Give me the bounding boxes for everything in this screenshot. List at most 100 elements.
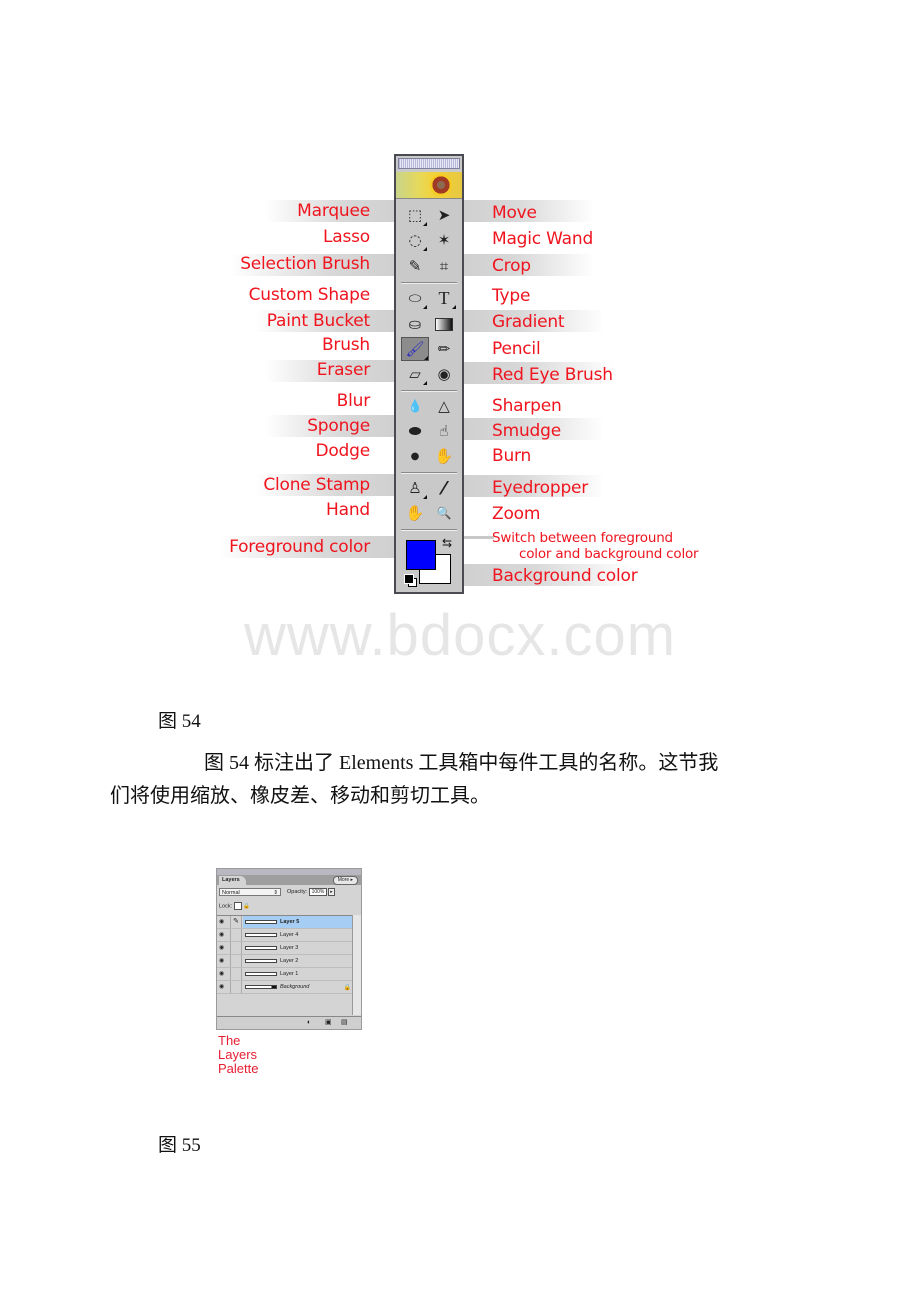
hand-tool-button[interactable]: ✋	[403, 502, 427, 524]
smudge-icon: ☝	[439, 422, 449, 440]
elements-logo	[396, 172, 462, 199]
lock-transparency-checkbox[interactable]	[233, 902, 242, 910]
magic-wand-tool-button[interactable]: ✶	[432, 229, 456, 251]
hand-icon: ✋	[405, 504, 425, 522]
layer-row[interactable]: ◉ Layer 3	[217, 942, 353, 955]
layers-palette: Layers More ▸ Normal ⇕ Opacity: 100% ▸ Lo…	[216, 868, 362, 1030]
layer-thumbnail	[245, 959, 277, 963]
selection-brush-tool-button[interactable]: ✎	[403, 255, 427, 277]
new-layer-icon[interactable]: ▣	[325, 1019, 332, 1027]
layers-list: ◉ ✎ Layer 5 ◉ Layer 4 ◉ Layer 3 ◉ Layer 2…	[217, 915, 353, 998]
foreground-color-swatch[interactable]	[406, 540, 436, 570]
eye-icon[interactable]: ◉	[219, 971, 227, 977]
layers-scrollbar[interactable]	[352, 915, 361, 1015]
opacity-label: Opacity:	[287, 889, 308, 895]
magic-wand-icon: ✶	[437, 231, 451, 249]
move-tool-button[interactable]: ➤	[432, 204, 456, 226]
blur-icon: 💧	[407, 399, 423, 413]
red-eye-brush-tool-button[interactable]: ◉	[432, 363, 456, 385]
layer-row[interactable]: ◉ Layer 1	[217, 968, 353, 981]
watermark: www.bdocx.com	[243, 603, 677, 668]
marquee-tool-button[interactable]: ⬚	[403, 204, 427, 226]
crop-icon: ⌗	[439, 257, 449, 275]
layer-row[interactable]: ◉ Layer 4	[217, 929, 353, 942]
figure-55-caption: 图 55	[158, 1135, 201, 1156]
smudge-tool-button[interactable]: ☝	[432, 420, 456, 442]
default-colors-icon[interactable]	[404, 574, 414, 584]
toolbox-grip-handle[interactable]	[398, 158, 460, 169]
custom-shape-tool-button[interactable]: ⬭	[403, 287, 427, 309]
link-cell[interactable]	[230, 968, 242, 980]
blend-mode-select[interactable]: Normal ⇕	[219, 888, 281, 896]
label-clone-stamp: Clone Stamp	[263, 475, 370, 495]
paint-bucket-tool-button[interactable]: ⛀	[403, 313, 427, 335]
crop-tool-button[interactable]: ⌗	[432, 255, 456, 277]
sponge-tool-button[interactable]: ⬬	[403, 420, 427, 442]
layer-row[interactable]: ◉ Layer 2	[217, 955, 353, 968]
link-cell[interactable]	[230, 955, 242, 967]
sunflower-icon	[430, 174, 452, 196]
switch-leader-line	[464, 536, 494, 539]
pencil-tool-button[interactable]: ✏	[432, 338, 456, 360]
pencil-icon: ✏	[437, 340, 451, 358]
link-cell[interactable]	[230, 929, 242, 941]
label-blur: Blur	[336, 391, 371, 411]
figure-54-caption: 图 54	[158, 711, 201, 732]
link-cell[interactable]	[230, 942, 242, 954]
eraser-tool-button[interactable]: ▱	[403, 363, 427, 385]
type-tool-button[interactable]: T	[432, 287, 456, 309]
eraser-icon: ▱	[409, 365, 421, 383]
paint-bucket-icon: ⛀	[408, 315, 422, 333]
label-magic-wand: Magic Wand	[492, 229, 594, 249]
trash-icon[interactable]: ▤	[341, 1019, 348, 1027]
eye-icon[interactable]: ◉	[219, 945, 227, 951]
type-icon: T	[438, 287, 450, 308]
gradient-tool-button[interactable]	[432, 313, 456, 335]
clone-stamp-tool-button[interactable]: ♙	[403, 477, 427, 499]
eye-icon[interactable]: ◉	[219, 919, 227, 925]
eyedropper-tool-button[interactable]: ⁄	[432, 477, 456, 499]
label-sharpen: Sharpen	[492, 396, 562, 416]
eye-icon[interactable]: ◉	[219, 958, 227, 964]
dodge-tool-button[interactable]: ●	[403, 445, 427, 467]
dodge-icon: ●	[410, 450, 420, 462]
move-icon: ➤	[437, 206, 451, 224]
sharpen-tool-button[interactable]: △	[432, 395, 456, 417]
lock-icon[interactable]: 🔒	[243, 903, 250, 909]
layer-thumbnail	[245, 972, 277, 976]
label-eyedropper: Eyedropper	[492, 478, 589, 498]
layer-lock-icon: 🔒	[343, 985, 351, 991]
burn-tool-button[interactable]: ✋	[432, 445, 456, 467]
caption-line: Palette	[218, 1061, 259, 1076]
layer-row[interactable]: ◉ ✎ Layer 5	[217, 916, 353, 929]
adjustment-layer-icon[interactable]: ◐	[307, 1019, 311, 1027]
eye-icon[interactable]: ◉	[219, 984, 227, 990]
tab-layers[interactable]: Layers	[219, 876, 246, 885]
layer-thumbnail	[245, 946, 277, 950]
palette-footer: ◐ ▣ ▤	[217, 1016, 361, 1029]
opacity-dropdown-button[interactable]: ▸	[328, 888, 335, 896]
blur-tool-button[interactable]: 💧	[403, 395, 427, 417]
zoom-tool-button[interactable]: 🔍	[432, 502, 456, 524]
layer-thumbnail	[245, 985, 277, 989]
brush-tool-button[interactable]: 🖌	[401, 337, 429, 361]
label-move: Move	[492, 203, 537, 223]
layer-name: Layer 3	[280, 945, 299, 951]
link-cell[interactable]	[230, 981, 242, 993]
swap-colors-icon[interactable]: ⇆	[442, 536, 452, 551]
paragraph-line-1: 图 54 标注出了 Elements 工具箱中每件工具的名称。这节我	[204, 752, 719, 774]
layer-row[interactable]: ◉ Background 🔒	[217, 981, 353, 994]
eye-icon[interactable]: ◉	[219, 932, 227, 938]
lasso-tool-button[interactable]: ◌	[403, 229, 427, 251]
label-zoom: Zoom	[492, 504, 541, 524]
clone-stamp-icon: ♙	[408, 479, 422, 497]
layer-name: Layer 2	[280, 958, 299, 964]
eyedropper-icon: ⁄	[442, 477, 446, 499]
label-eraser: Eraser	[316, 360, 370, 380]
toolbox-divider	[401, 472, 457, 474]
label-switch-colors-line1: Switch between foreground	[492, 530, 673, 546]
caption-line: Layers	[218, 1047, 258, 1062]
opacity-input[interactable]: 100%	[309, 888, 327, 896]
more-button[interactable]: More ▸	[332, 876, 358, 885]
label-dodge: Dodge	[315, 441, 370, 461]
